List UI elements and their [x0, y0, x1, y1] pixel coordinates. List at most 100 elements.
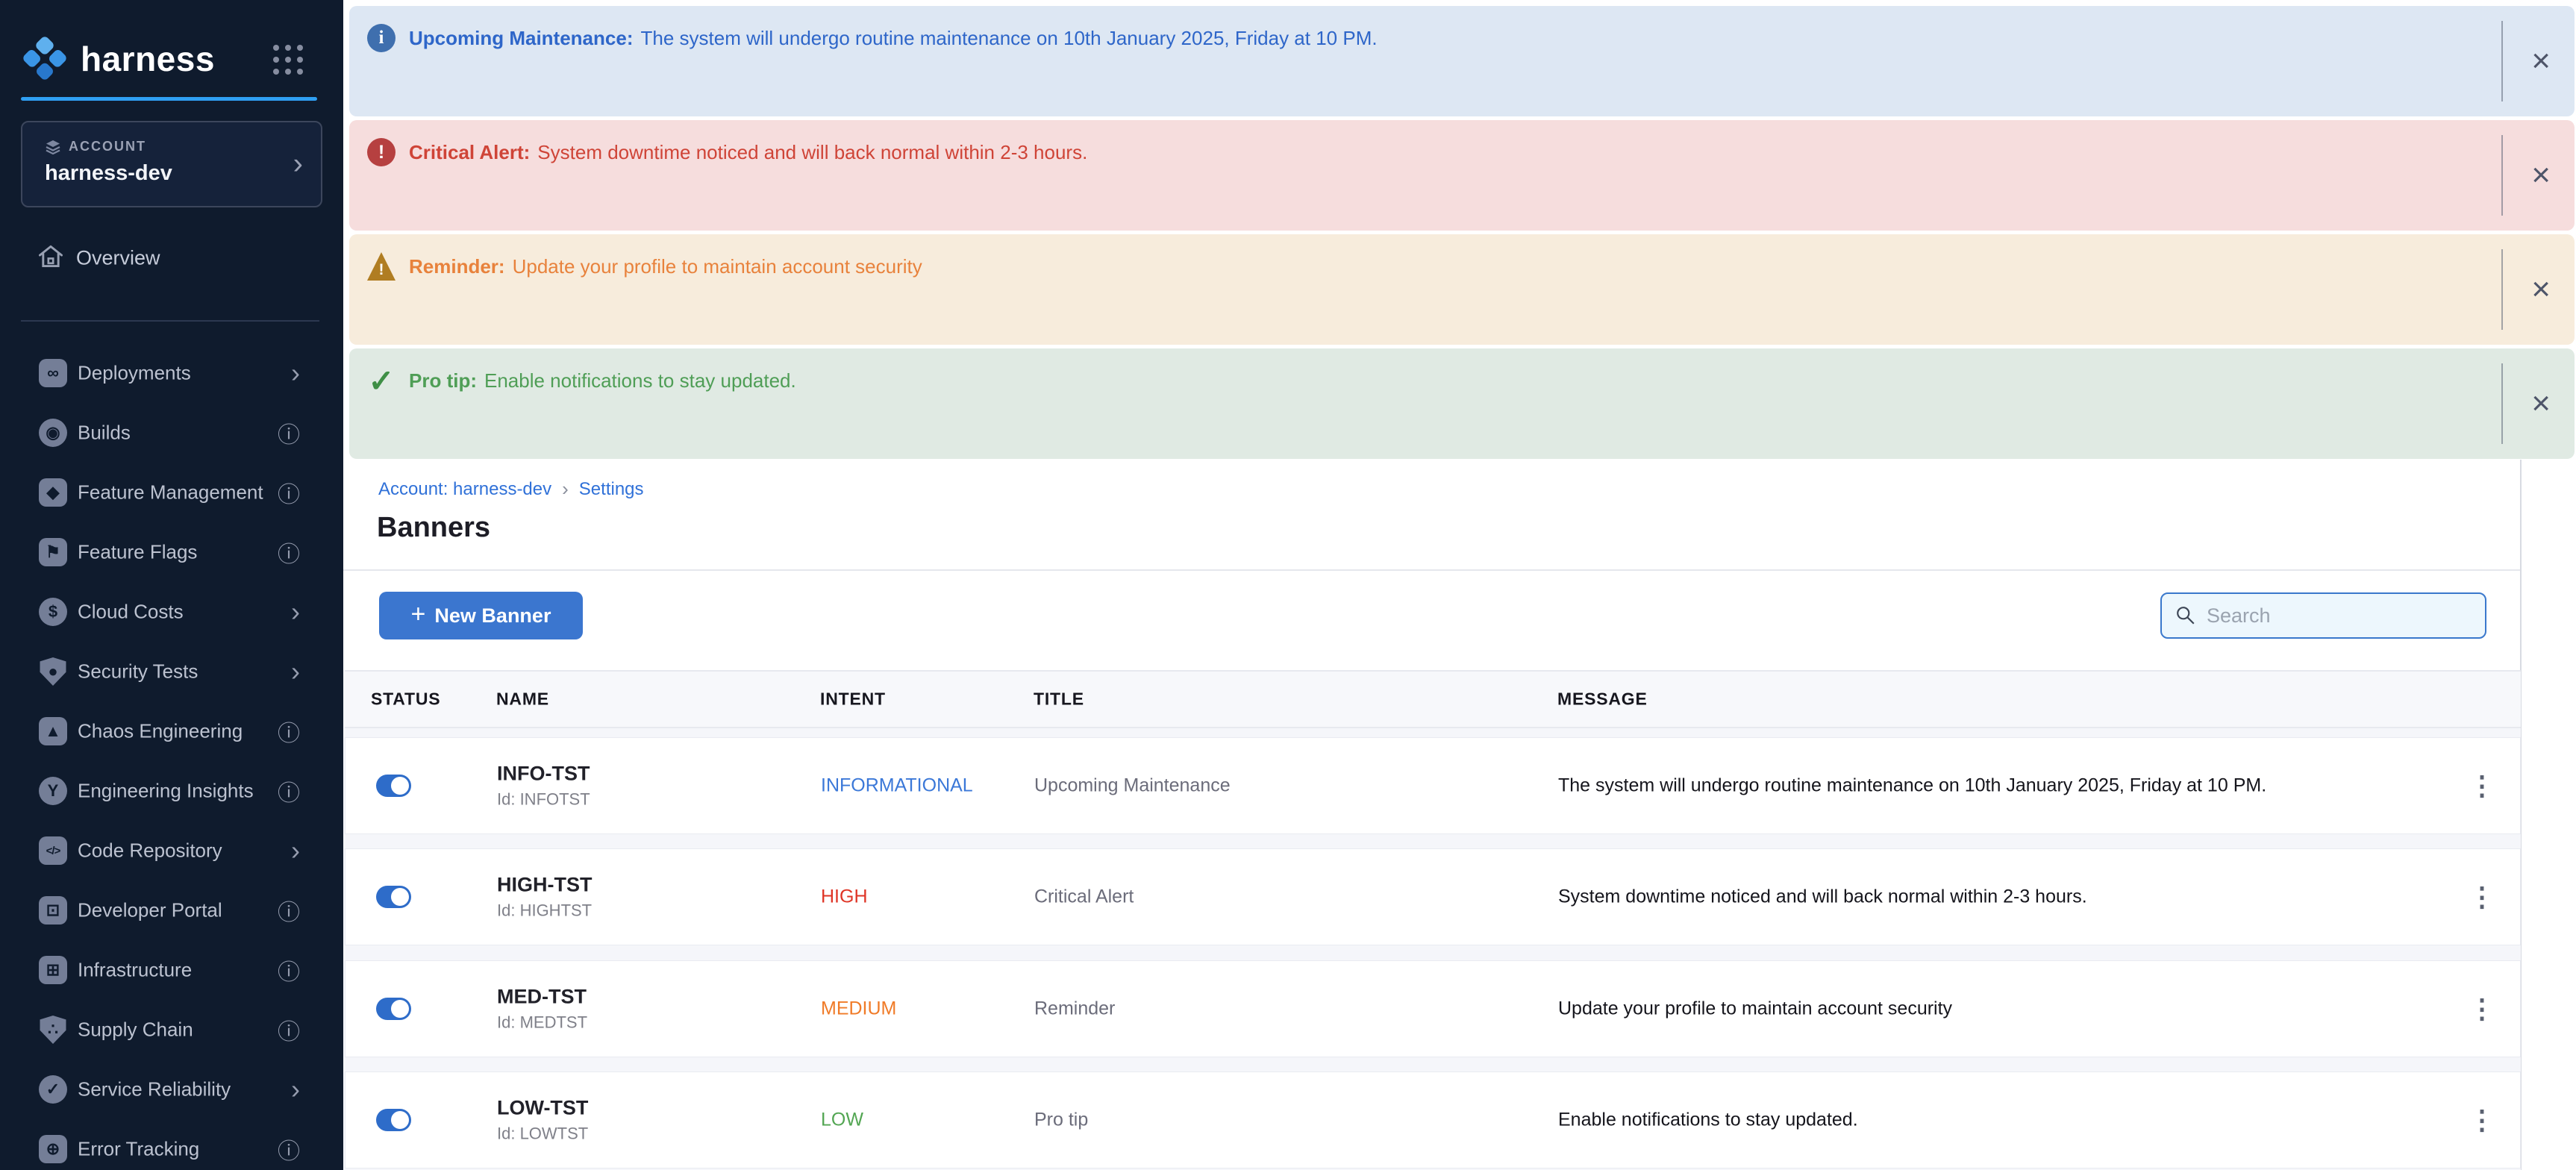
info-circle-icon[interactable]: ⓘ [278, 1133, 300, 1166]
message-value: Enable notifications to stay updated. [1558, 1110, 1858, 1131]
banner-message: Update your profile to maintain account … [513, 255, 922, 278]
column-header-name: NAME [496, 689, 549, 710]
breadcrumb-account-link[interactable]: Account: harness-dev [378, 479, 551, 500]
status-toggle-on[interactable] [376, 1109, 411, 1131]
cloud-costs-icon: $ [39, 598, 67, 626]
info-circle-icon[interactable]: ⓘ [278, 1013, 300, 1046]
intent-value: INFORMATIONAL [821, 775, 973, 797]
sidebar-item-builds[interactable]: ◉ Builds ⓘ [0, 403, 343, 463]
sidebar-item-infrastructure[interactable]: ⊞ Infrastructure ⓘ [0, 940, 343, 1000]
sidebar-item-label: Infrastructure [78, 959, 192, 982]
message-value: The system will undergo routine maintena… [1558, 775, 2266, 797]
sidebar-item-label: Security Tests [78, 660, 198, 683]
sidebar-item-feature-management[interactable]: ◆ Feature Management ⓘ [0, 463, 343, 522]
sidebar-item-deployments[interactable]: ∞ Deployments › [0, 343, 343, 403]
sidebar-item-label: Service Reliability [78, 1078, 231, 1101]
deployments-icon: ∞ [39, 359, 67, 387]
info-circle-icon[interactable]: ⓘ [278, 476, 300, 509]
banner-label: Upcoming Maintenance: [409, 27, 633, 49]
logo-accent-underline [21, 97, 317, 101]
info-circle-icon[interactable]: ⓘ [278, 536, 300, 569]
error-tracking-icon: ⊕ [39, 1135, 67, 1163]
sidebar-item-chaos-engineering[interactable]: ▲ Chaos Engineering ⓘ [0, 701, 343, 761]
table-row: HIGH-TST Id: HIGHTST HIGH Critical Alert… [345, 848, 2521, 945]
sidebar-item-label: Feature Flags [78, 541, 197, 564]
sidebar-item-label: Feature Management [78, 481, 263, 504]
sidebar-item-label: Overview [76, 247, 160, 270]
status-toggle-on[interactable] [376, 775, 411, 797]
sidebar-item-developer-portal[interactable]: ⊡ Developer Portal ⓘ [0, 880, 343, 940]
banner-message: The system will undergo routine maintena… [640, 27, 1377, 49]
chaos-engineering-icon: ▲ [39, 717, 67, 745]
sidebar-item-supply-chain[interactable]: ∴ Supply Chain ⓘ [0, 1000, 343, 1060]
page-title: Banners [377, 512, 490, 544]
kebab-menu-icon[interactable]: ⋮ [2469, 881, 2495, 913]
code-repository-icon: </> [39, 836, 67, 865]
sidebar-item-overview[interactable]: Overview [0, 231, 343, 285]
banner-divider [2501, 249, 2503, 330]
sidebar-item-error-tracking[interactable]: ⊕ Error Tracking ⓘ [0, 1119, 343, 1170]
table-row: MED-TST Id: MEDTST MEDIUM Reminder Updat… [345, 960, 2521, 1057]
info-circle-icon[interactable]: ⓘ [278, 954, 300, 986]
close-icon[interactable]: × [2531, 273, 2551, 306]
harness-logo-wordmark: harness [81, 39, 215, 79]
column-header-message: MESSAGE [1557, 689, 1648, 710]
intent-value: LOW [821, 1110, 863, 1131]
banner-name: INFO-TST [497, 763, 590, 786]
sidebar-item-label: Supply Chain [78, 1019, 193, 1042]
kebab-menu-icon[interactable]: ⋮ [2469, 770, 2495, 801]
sidebar-item-label: Deployments [78, 362, 191, 385]
banner-divider [2501, 363, 2503, 444]
builds-icon: ◉ [39, 419, 67, 447]
sidebar-item-label: Cloud Costs [78, 601, 184, 624]
sidebar-item-feature-flags[interactable]: ⚑ Feature Flags ⓘ [0, 522, 343, 582]
breadcrumb-settings-link[interactable]: Settings [579, 479, 644, 500]
sidebar-item-service-reliability[interactable]: ✓ Service Reliability › [0, 1060, 343, 1119]
status-toggle-on[interactable] [376, 998, 411, 1020]
alert-icon: ! [367, 138, 396, 166]
close-icon[interactable]: × [2531, 387, 2551, 420]
chevron-right-icon: › [291, 656, 300, 687]
chevron-right-icon: › [291, 596, 300, 628]
title-value: Pro tip [1034, 1110, 1088, 1131]
sidebar: harness ACCOUNT harness-dev › Overview ∞… [0, 0, 343, 1170]
kebab-menu-icon[interactable]: ⋮ [2469, 993, 2495, 1024]
info-circle-icon[interactable]: ⓘ [278, 775, 300, 807]
message-value: Update your profile to maintain account … [1558, 998, 1952, 1020]
chevron-right-icon: › [293, 148, 303, 181]
feature-flags-icon: ⚑ [39, 538, 67, 566]
kebab-menu-icon[interactable]: ⋮ [2469, 1104, 2495, 1136]
feature-management-icon: ◆ [39, 478, 67, 507]
sidebar-item-engineering-insights[interactable]: Y Engineering Insights ⓘ [0, 761, 343, 821]
home-icon [37, 245, 64, 272]
table-header-row: STATUS NAME INTENT TITLE MESSAGE [345, 670, 2521, 728]
new-banner-button[interactable]: + New Banner [379, 592, 583, 639]
harness-logo-icon [22, 35, 68, 81]
sidebar-item-cloud-costs[interactable]: $ Cloud Costs › [0, 582, 343, 642]
close-icon[interactable]: × [2531, 159, 2551, 192]
status-toggle-on[interactable] [376, 886, 411, 908]
sidebar-item-label: Chaos Engineering [78, 720, 243, 743]
developer-portal-icon: ⊡ [39, 896, 67, 925]
check-icon: ✓ [367, 366, 396, 395]
info-circle-icon[interactable]: ⓘ [278, 416, 300, 449]
sidebar-item-code-repository[interactable]: </> Code Repository › [0, 821, 343, 880]
banner-divider [2501, 21, 2503, 101]
banners-settings-screen: harness ACCOUNT harness-dev › Overview ∞… [0, 0, 2576, 1170]
title-value: Critical Alert [1034, 886, 1134, 908]
intent-value: MEDIUM [821, 998, 896, 1020]
account-name: harness-dev [45, 161, 172, 186]
account-selector[interactable]: ACCOUNT harness-dev › [21, 121, 322, 207]
table-row: LOW-TST Id: LOWTST LOW Pro tip Enable no… [345, 1072, 2521, 1169]
module-grid-icon[interactable] [273, 45, 303, 75]
sidebar-item-security-tests[interactable]: ● Security Tests › [0, 642, 343, 701]
column-header-status: STATUS [371, 689, 440, 710]
engineering-insights-icon: Y [39, 777, 67, 805]
banner-id: Id: MEDTST [497, 1013, 587, 1033]
plus-icon: + [411, 600, 426, 629]
info-circle-icon[interactable]: ⓘ [278, 894, 300, 927]
search-input[interactable] [2207, 604, 2472, 628]
info-circle-icon[interactable]: ⓘ [278, 715, 300, 748]
close-icon[interactable]: × [2531, 45, 2551, 78]
banner-name: MED-TST [497, 986, 587, 1009]
